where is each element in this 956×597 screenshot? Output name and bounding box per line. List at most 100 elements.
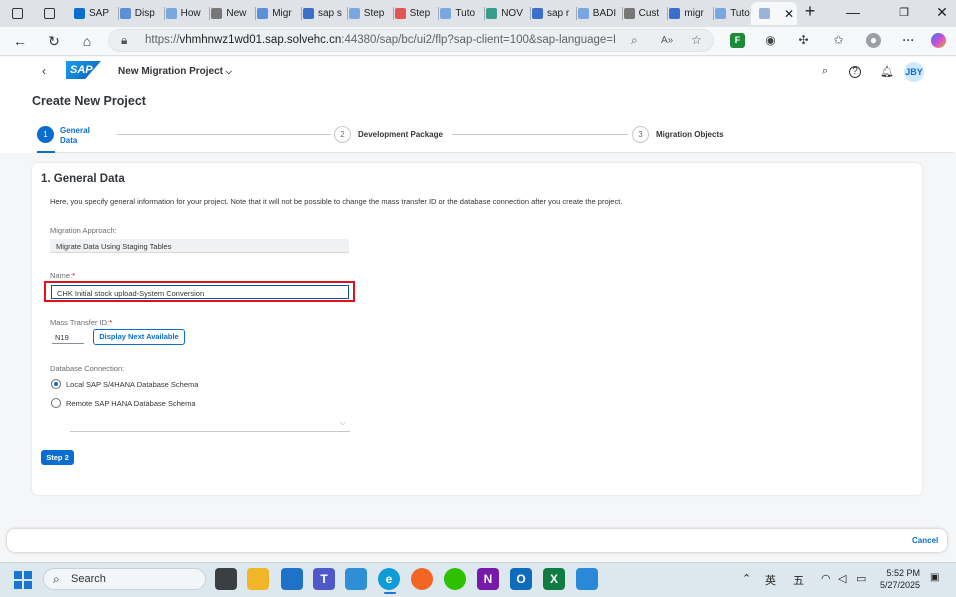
- app-icon[interactable]: [281, 568, 303, 590]
- wizard-connector: [117, 134, 331, 135]
- shield-extension-icon[interactable]: ◉: [763, 33, 778, 48]
- page-title: Create New Project: [32, 94, 146, 108]
- refresh-icon[interactable]: ↻: [44, 31, 64, 51]
- wizard-step-2[interactable]: 2: [334, 126, 351, 143]
- minimize-icon[interactable]: —: [841, 4, 865, 20]
- page-icon: [759, 8, 770, 19]
- wifi-icon[interactable]: ◠: [821, 572, 831, 585]
- wizard-step-2-label[interactable]: Development Package: [358, 130, 443, 140]
- radio-remote-schema-label[interactable]: Remote SAP HANA Database Schema: [66, 399, 196, 408]
- vertical-tabs-icon[interactable]: [40, 2, 60, 25]
- required-mark: *: [109, 318, 113, 327]
- browser-tab[interactable]: NOV: [486, 2, 530, 25]
- browser-tab-strip: SAP Disp How New Migr sap s Step Step Tuto NOV sap…: [0, 0, 956, 27]
- browser-tab[interactable]: SAP: [74, 2, 118, 25]
- app-icon[interactable]: [345, 568, 367, 590]
- step-2-number: 2: [340, 130, 345, 139]
- battery-icon[interactable]: ▭: [856, 572, 866, 585]
- shell-back-icon[interactable]: ‹: [34, 61, 54, 81]
- radio-remote-schema[interactable]: [51, 398, 61, 408]
- browser-tab[interactable]: Cust: [623, 2, 668, 25]
- radio-local-schema[interactable]: [51, 379, 61, 389]
- onenote-icon[interactable]: N: [477, 568, 499, 590]
- browser-tab[interactable]: New: [211, 2, 255, 25]
- tab-active[interactable]: ✕: [751, 2, 797, 25]
- radio-local-schema-label[interactable]: Local SAP S/4HANA Database Schema: [66, 380, 198, 389]
- browser-tab[interactable]: Tuto: [440, 2, 484, 25]
- notification-icon[interactable]: ▣: [930, 572, 939, 583]
- zoom-icon[interactable]: ⌕: [631, 33, 638, 48]
- taskbar-clock[interactable]: 5:52 PM 5/27/2025: [880, 567, 920, 591]
- ime-input-method[interactable]: 五: [793, 572, 804, 588]
- tray-chevron-up-icon[interactable]: ⌃: [742, 572, 751, 585]
- windows-start-icon[interactable]: [14, 571, 32, 589]
- lock-icon[interactable]: 🔒︎: [121, 33, 127, 48]
- step-2-button[interactable]: Step 2: [41, 450, 74, 465]
- teams-icon[interactable]: T: [313, 568, 335, 590]
- mass-transfer-id-input[interactable]: N19: [52, 331, 84, 344]
- browser-tab[interactable]: Disp: [119, 2, 164, 25]
- edge-icon[interactable]: e: [378, 568, 400, 590]
- cancel-button[interactable]: Cancel: [912, 536, 938, 545]
- name-input[interactable]: [51, 285, 349, 299]
- display-next-available-button[interactable]: Display Next Available: [93, 329, 185, 345]
- read-aloud-icon[interactable]: A»: [661, 35, 673, 46]
- wizard-step-3[interactable]: 3: [632, 126, 649, 143]
- volume-icon[interactable]: ◁: [838, 572, 846, 585]
- search-icon[interactable]: ⌕: [818, 65, 832, 78]
- extensions-puzzle-icon[interactable]: ✣: [796, 33, 811, 48]
- tab-separator: [117, 7, 119, 20]
- browser-tab[interactable]: Step: [394, 2, 439, 25]
- tab-actions-icon[interactable]: [8, 2, 28, 25]
- address-bar[interactable]: 🔒︎ https://vhmhnwz1wd01.sap.solvehc.cn:4…: [108, 29, 714, 52]
- clock-time: 5:52 PM: [886, 568, 921, 578]
- tab-favicon-icon: [303, 8, 314, 19]
- wizard-step-3-label[interactable]: Migration Objects: [656, 130, 724, 140]
- browser-tab[interactable]: BADI: [577, 2, 622, 25]
- outlook-icon[interactable]: O: [510, 568, 532, 590]
- footer-toolbar: [7, 529, 947, 552]
- wechat-icon[interactable]: [444, 568, 466, 590]
- favorite-star-icon[interactable]: ☆: [691, 33, 702, 47]
- avatar[interactable]: JBY: [904, 62, 924, 82]
- taskbar-search[interactable]: ⌕ Search: [43, 568, 206, 590]
- url-text[interactable]: https://vhmhnwz1wd01.sap.solvehc.cn:4438…: [145, 34, 615, 46]
- restore-icon[interactable]: ❐: [892, 6, 916, 19]
- browser-tab[interactable]: sap s: [303, 2, 347, 25]
- app-icon[interactable]: [411, 568, 433, 590]
- task-view-icon[interactable]: [215, 568, 237, 590]
- more-icon[interactable]: ···: [901, 33, 916, 48]
- notifications-bell-icon[interactable]: 🔔︎: [880, 65, 894, 78]
- profile-icon[interactable]: ●: [866, 33, 881, 48]
- section-title: 1. General Data: [41, 173, 125, 185]
- close-window-icon[interactable]: ✕: [930, 4, 954, 21]
- sap-logo-text: SAP: [70, 64, 93, 76]
- new-tab-icon[interactable]: +: [798, 1, 822, 22]
- home-icon[interactable]: ⌂: [77, 31, 97, 51]
- browser-tab[interactable]: migr: [669, 2, 713, 25]
- app-title-menu[interactable]: New Migration Project ⌵: [118, 66, 232, 77]
- browser-tab[interactable]: Migr: [257, 2, 301, 25]
- close-tab-icon[interactable]: ✕: [784, 7, 794, 21]
- copilot-icon[interactable]: [931, 33, 946, 48]
- browser-tab-label: BADI: [592, 8, 617, 19]
- notepad-icon[interactable]: [576, 568, 598, 590]
- help-icon[interactable]: ?: [849, 66, 861, 78]
- browser-tab[interactable]: How: [165, 2, 210, 25]
- favorites-icon[interactable]: ✩: [831, 33, 846, 48]
- wizard-step-1-label[interactable]: General Data: [60, 126, 90, 146]
- wizard-step-1[interactable]: 1: [37, 126, 54, 143]
- file-explorer-icon[interactable]: [247, 568, 269, 590]
- tab-separator: [392, 7, 394, 20]
- excel-icon[interactable]: X: [543, 568, 565, 590]
- browser-tab-label: Tuto: [455, 8, 476, 19]
- tab-favicon-icon: [440, 8, 452, 19]
- chevron-down-icon: ⌵: [339, 418, 346, 427]
- browser-tab[interactable]: Step: [348, 2, 393, 25]
- browser-tab[interactable]: sap r: [532, 2, 576, 25]
- extension-icon[interactable]: F: [730, 33, 745, 48]
- back-icon[interactable]: ←: [10, 31, 30, 51]
- remote-schema-select[interactable]: ⌵: [70, 418, 350, 432]
- ime-mode[interactable]: 英: [765, 572, 776, 588]
- browser-tab-label: Tuto: [730, 8, 750, 19]
